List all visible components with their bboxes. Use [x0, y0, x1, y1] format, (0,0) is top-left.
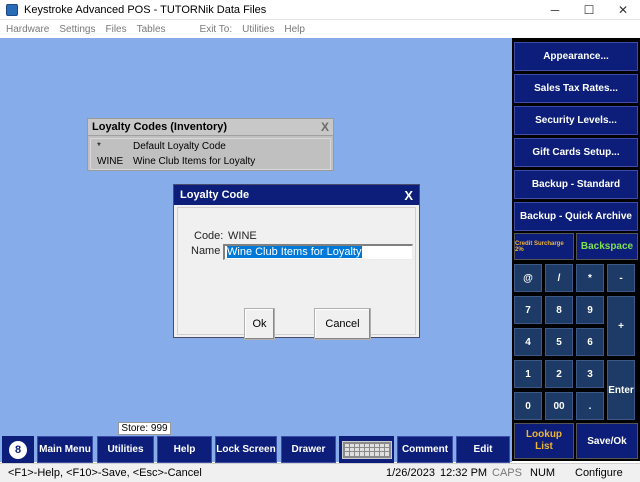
appearance-button[interactable]: Appearance...	[514, 42, 638, 71]
dialog-title: Loyalty Code	[180, 189, 250, 201]
close-icon[interactable]: X	[404, 188, 413, 203]
menu-exit-to[interactable]: Exit To:	[200, 24, 233, 35]
num-indicator: NUM	[530, 467, 556, 479]
keystroke-logo-button[interactable]: 8	[2, 436, 34, 463]
menu-help[interactable]: Help	[284, 24, 305, 35]
lock-screen-button[interactable]: Lock Screen	[215, 436, 277, 463]
list-item[interactable]: * Default Loyalty Code	[91, 139, 330, 154]
ok-button[interactable]: Ok	[244, 308, 275, 340]
loyalty-code-cell: *	[97, 141, 101, 152]
name-field[interactable]: Wine Club Items for Loyalty	[223, 244, 413, 260]
close-window-button[interactable]: ✕	[606, 0, 640, 20]
save-ok-button[interactable]: Save/Ok	[576, 423, 638, 459]
key-4[interactable]: 4	[514, 328, 542, 356]
name-field-selected-text: Wine Club Items for Loyalty	[227, 246, 362, 258]
backup-quick-archive-button[interactable]: Backup - Quick Archive	[514, 202, 638, 231]
keyboard-icon	[341, 440, 392, 459]
minimize-button[interactable]: ─	[538, 0, 572, 20]
backspace-button[interactable]: Backspace	[576, 233, 638, 260]
menu-tables[interactable]: Tables	[137, 24, 166, 35]
key-3[interactable]: 3	[576, 360, 604, 388]
title-bar: Keystroke Advanced POS - TUTORNik Data F…	[0, 0, 640, 20]
store-indicator: Store: 999	[118, 422, 171, 435]
lookup-list-button[interactable]: Lookup List	[514, 423, 574, 459]
menu-utilities[interactable]: Utilities	[242, 24, 274, 35]
configure-button[interactable]: Configure	[575, 467, 623, 479]
close-icon[interactable]: X	[321, 120, 329, 134]
edit-button[interactable]: Edit	[456, 436, 510, 463]
key-6[interactable]: 6	[576, 328, 604, 356]
window-title: Keystroke Advanced POS - TUTORNik Data F…	[24, 3, 267, 16]
key-0[interactable]: 0	[514, 392, 542, 420]
key-9[interactable]: 9	[576, 296, 604, 324]
status-date: 1/26/2023	[386, 467, 435, 479]
function-panel: Appearance... Sales Tax Rates... Securit…	[512, 38, 640, 461]
name-label: Name	[191, 245, 221, 257]
loyalty-codes-list: * Default Loyalty Code WINE Wine Club It…	[90, 138, 331, 170]
key-1[interactable]: 1	[514, 360, 542, 388]
list-item[interactable]: WINE Wine Club Items for Loyalty	[91, 154, 330, 169]
loyalty-code-dialog: Loyalty Code X Code: WINE Name Wine Club…	[173, 184, 420, 340]
sales-tax-rates-button[interactable]: Sales Tax Rates...	[514, 74, 638, 103]
dialog-body: Code: WINE Name Wine Club Items for Loya…	[177, 207, 416, 340]
key-2[interactable]: 2	[545, 360, 573, 388]
key-minus[interactable]: -	[607, 264, 635, 292]
key-asterisk[interactable]: *	[576, 264, 604, 292]
code-label: Code:	[194, 230, 224, 242]
key-5[interactable]: 5	[545, 328, 573, 356]
key-8[interactable]: 8	[545, 296, 573, 324]
key-plus[interactable]: +	[607, 296, 635, 356]
status-time: 12:32 PM	[440, 467, 488, 479]
utilities-button[interactable]: Utilities	[97, 436, 154, 463]
help-button[interactable]: Help	[157, 436, 212, 463]
keystroke-logo-icon: 8	[9, 440, 27, 459]
loyalty-description-cell: Default Loyalty Code	[133, 141, 226, 152]
cancel-button[interactable]: Cancel	[314, 308, 371, 340]
menu-hardware[interactable]: Hardware	[6, 24, 49, 35]
loyalty-description-cell: Wine Club Items for Loyalty	[133, 156, 256, 167]
main-menu-button[interactable]: Main Menu	[37, 436, 93, 463]
loyalty-code-cell: WINE	[97, 156, 124, 167]
key-slash[interactable]: /	[545, 264, 573, 292]
code-value: WINE	[228, 230, 257, 242]
maximize-button[interactable]: ☐	[572, 0, 606, 20]
key-hints: <F1>-Help, <F10>-Save, <Esc>-Cancel	[8, 467, 202, 479]
key-enter[interactable]: Enter	[607, 360, 635, 420]
key-7[interactable]: 7	[514, 296, 542, 324]
comment-button[interactable]: Comment	[397, 436, 453, 463]
key-decimal[interactable]: .	[576, 392, 604, 420]
menu-files[interactable]: Files	[106, 24, 127, 35]
keyboard-button[interactable]	[339, 436, 394, 463]
credit-surcharge-button[interactable]: Credit Surcharge 2%	[514, 233, 574, 260]
key-at[interactable]: @	[514, 264, 542, 292]
dialog-header: Loyalty Code X	[174, 185, 419, 205]
backup-standard-button[interactable]: Backup - Standard	[514, 170, 638, 199]
loyalty-codes-title: Loyalty Codes (Inventory)	[92, 121, 228, 133]
menu-settings[interactable]: Settings	[59, 24, 95, 35]
caps-indicator: CAPS	[492, 467, 522, 479]
app-icon	[6, 3, 18, 16]
security-levels-button[interactable]: Security Levels...	[514, 106, 638, 135]
menu-bar: Hardware Settings Files Tables Exit To: …	[0, 20, 640, 38]
loyalty-codes-header: Loyalty Codes (Inventory) X	[88, 119, 333, 136]
gift-cards-setup-button[interactable]: Gift Cards Setup...	[514, 138, 638, 167]
drawer-button[interactable]: Drawer	[281, 436, 336, 463]
loyalty-codes-window: Loyalty Codes (Inventory) X * Default Lo…	[87, 118, 334, 171]
status-bar: <F1>-Help, <F10>-Save, <Esc>-Cancel 1/26…	[0, 463, 640, 482]
key-00[interactable]: 00	[545, 392, 573, 420]
